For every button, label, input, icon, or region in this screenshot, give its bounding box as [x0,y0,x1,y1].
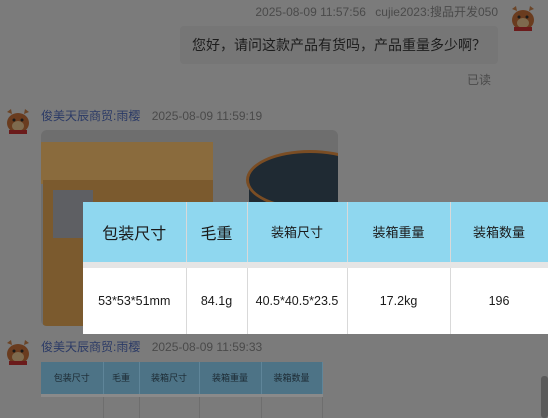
spec-table: 包装尺寸 毛重 装箱尺寸 装箱重量 装箱数量 53*53*51mm 84.1g … [83,202,548,334]
spec-carton-quantity: 196 [450,264,548,334]
mini-header-carton-weight: 装箱重量 [199,362,262,397]
spec-carton-size: 40.5*40.5*23.5 [247,264,348,334]
seller-avatar[interactable] [3,339,33,365]
spec-table-image[interactable]: 包装尺寸 毛重 装箱尺寸 装箱重量 装箱数量 [41,362,323,418]
spec-gross-weight: 84.1g [186,264,248,334]
message-sender: 俊美天辰商贸:雨樱 [41,109,141,123]
spec-header-package-size: 包装尺寸 [83,202,187,268]
scrollbar[interactable] [541,376,548,418]
message-sender: cujie2023:搜品开发050 [375,5,498,19]
outgoing-message-meta: 2025-08-09 11:57:56 cujie2023:搜品开发050 [255,3,498,20]
mini-header-gross-weight: 毛重 [103,362,140,397]
message-sender: 俊美天辰商贸:雨樱 [41,340,141,354]
reindeer-avatar-icon [512,6,534,31]
spec-header-carton-quantity: 装箱数量 [450,202,548,268]
message-timestamp: 2025-08-09 11:59:19 [151,109,263,123]
outgoing-message-bubble[interactable]: 您好，请问这款产品有货吗，产品重量多少啊？ [180,26,498,64]
spec-header-carton-weight: 装箱重量 [347,202,451,268]
spec-table-header-row: 包装尺寸 毛重 装箱尺寸 装箱重量 装箱数量 [83,202,548,268]
mini-header-carton-size: 装箱尺寸 [139,362,200,397]
reindeer-avatar-icon [7,340,29,365]
mini-header-carton-quantity: 装箱数量 [261,362,323,397]
spec-header-carton-size: 装箱尺寸 [247,202,348,268]
incoming-message-meta: 俊美天辰商贸:雨樱 2025-08-09 11:59:33 [41,338,262,355]
mini-table-header-row: 包装尺寸 毛重 装箱尺寸 装箱重量 装箱数量 [41,362,323,397]
product-box-top [41,142,213,184]
spec-header-gross-weight: 毛重 [186,202,248,268]
read-status: 已读 [466,73,491,87]
mini-table-row [41,395,323,418]
message-timestamp: 2025-08-09 11:59:33 [151,340,263,354]
mini-header-package-size: 包装尺寸 [41,362,104,397]
incoming-message-meta: 俊美天辰商贸:雨樱 2025-08-09 11:59:19 [41,107,262,124]
spec-carton-weight: 17.2kg [347,264,451,334]
user-avatar[interactable] [508,5,538,31]
spec-table-row: 53*53*51mm 84.1g 40.5*40.5*23.5 17.2kg 1… [83,264,548,334]
chat-window: 2025-08-09 11:57:56 cujie2023:搜品开发050 您好… [0,0,548,418]
seller-avatar[interactable] [3,108,33,134]
message-timestamp: 2025-08-09 11:57:56 [255,5,366,19]
message-text: 您好，请问这款产品有货吗，产品重量多少啊？ [192,37,486,53]
spec-package-size: 53*53*51mm [83,264,187,334]
reindeer-avatar-icon [7,109,29,134]
